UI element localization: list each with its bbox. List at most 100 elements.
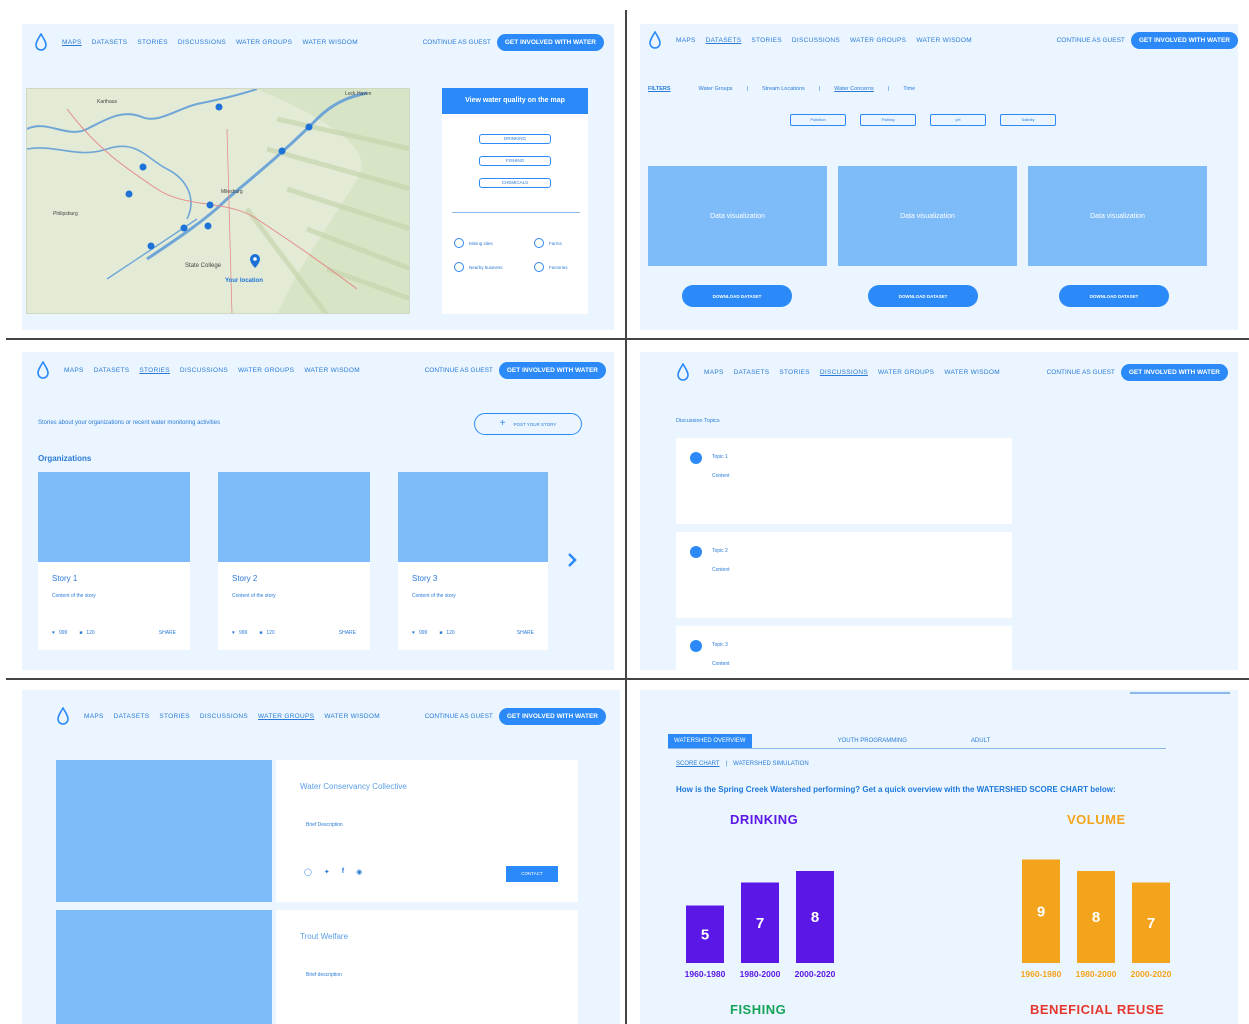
contact-button[interactable]: CONTACT <box>506 866 558 882</box>
tab-youth-programming[interactable]: YOUTH PROGRAMMING <box>838 738 907 744</box>
comment-icon[interactable]: ■ <box>79 630 82 636</box>
download-dataset-button-1[interactable]: DOWNLOAD DATASET <box>682 285 792 307</box>
water-drop-icon[interactable] <box>676 363 690 381</box>
legend-mining-sites[interactable]: Mining sites <box>454 238 493 248</box>
data-visualization-3[interactable]: Data visualization <box>1028 166 1207 266</box>
group-card-1[interactable]: Water Conservancy Collective Brief Descr… <box>276 760 578 902</box>
nav-stories[interactable]: STORIES <box>779 369 810 376</box>
nav-datasets[interactable]: DATASETS <box>114 713 150 720</box>
continue-as-guest-link[interactable]: CONTINUE AS GUEST <box>1047 369 1115 376</box>
nav-discussions[interactable]: DISCUSSIONS <box>180 367 228 374</box>
nav-datasets[interactable]: DATASETS <box>706 37 742 44</box>
water-drop-icon[interactable] <box>648 31 662 49</box>
share-link[interactable]: SHARE <box>159 630 176 636</box>
nav-water-wisdom[interactable]: WATER WISDOM <box>944 369 1000 376</box>
data-visualization-1[interactable]: Data visualization <box>648 166 827 266</box>
continue-as-guest-link[interactable]: CONTINUE AS GUEST <box>1057 37 1125 44</box>
get-involved-button[interactable]: GET INVOLVED WITH WATER <box>496 33 604 51</box>
water-drop-icon[interactable] <box>34 33 48 51</box>
water-quality-map[interactable]: Lock Haven Karthaus Milesburg Philipsbur… <box>26 88 410 314</box>
tab-watershed-overview[interactable]: WATERSHED OVERVIEW <box>668 734 752 748</box>
subnav-score-chart[interactable]: SCORE CHART <box>676 761 720 767</box>
continue-as-guest-link[interactable]: CONTINUE AS GUEST <box>423 39 491 46</box>
get-involved-button[interactable]: GET INVOLVED WITH WATER <box>1130 31 1238 49</box>
nav-stories[interactable]: STORIES <box>137 39 168 46</box>
nav-datasets[interactable]: DATASETS <box>92 39 128 46</box>
story-card-2[interactable]: Story 2 Content of the story ♥ 999 ■ 120 S… <box>218 472 370 650</box>
post-story-button[interactable]: + POST YOUR STORY <box>474 413 582 435</box>
continue-as-guest-link[interactable]: CONTINUE AS GUEST <box>425 713 493 720</box>
comment-icon[interactable]: ■ <box>259 630 262 636</box>
group-card-2[interactable]: Trout Welfare Brief description <box>276 910 578 1024</box>
share-link[interactable]: SHARE <box>517 630 534 636</box>
twitter-icon[interactable]: ✦ <box>324 868 330 876</box>
nav-maps[interactable]: MAPS <box>676 37 696 44</box>
get-involved-button[interactable]: GET INVOLVED WITH WATER <box>498 361 606 379</box>
nav-datasets[interactable]: DATASETS <box>94 367 130 374</box>
nav-water-groups[interactable]: WATER GROUPS <box>238 367 294 374</box>
heart-icon[interactable]: ♥ <box>232 630 235 636</box>
nav-maps[interactable]: MAPS <box>704 369 724 376</box>
nav-water-wisdom[interactable]: WATER WISDOM <box>324 713 380 720</box>
nav-maps[interactable]: MAPS <box>84 713 104 720</box>
legend-farms[interactable]: Farms <box>534 238 562 248</box>
water-drop-icon[interactable] <box>36 361 50 379</box>
topic-card-2[interactable]: Topic 2 Content <box>676 532 1012 618</box>
nav-water-wisdom[interactable]: WATER WISDOM <box>302 39 358 46</box>
nav-stories[interactable]: STORIES <box>139 367 170 374</box>
facebook-icon[interactable]: f <box>342 868 344 876</box>
filter-time[interactable]: Time <box>903 86 915 92</box>
nav-datasets[interactable]: DATASETS <box>734 369 770 376</box>
drinking-bar-chart: 5 1960-1980 7 1980-2000 8 2000-2020 <box>685 871 836 979</box>
filter-water-concerns[interactable]: Water Concerns <box>834 86 874 92</box>
story-card-3[interactable]: Story 3 Content of the story ♥ 999 ■ 120 S… <box>398 472 548 650</box>
nav-water-groups[interactable]: WATER GROUPS <box>878 369 934 376</box>
chip-ph[interactable]: pH <box>930 114 986 126</box>
data-visualization-2[interactable]: Data visualization <box>838 166 1017 266</box>
fishing-chart-title: FISHING <box>730 1002 787 1017</box>
subnav-watershed-simulation[interactable]: WATERSHED SIMULATION <box>733 761 809 767</box>
volume-bar-chart: 9 1960-1980 8 1980-2000 7 2000-2020 <box>1021 859 1172 979</box>
nav-maps[interactable]: MAPS <box>62 39 82 46</box>
nav-stories[interactable]: STORIES <box>751 37 782 44</box>
get-involved-button[interactable]: GET INVOLVED WITH WATER <box>498 707 606 725</box>
option-fishing[interactable]: FISHING <box>479 156 551 166</box>
website-icon[interactable]: ◉ <box>356 868 362 876</box>
get-involved-button[interactable]: GET INVOLVED WITH WATER <box>1120 363 1228 381</box>
share-link[interactable]: SHARE <box>339 630 356 636</box>
instagram-icon[interactable]: ◯ <box>304 868 312 876</box>
filter-stream-locations[interactable]: Stream Locations <box>762 86 805 92</box>
chevron-right-icon[interactable] <box>566 552 578 568</box>
nav-water-groups[interactable]: WATER GROUPS <box>236 39 292 46</box>
continue-as-guest-link[interactable]: CONTINUE AS GUEST <box>425 367 493 374</box>
topic-card-3[interactable]: Topic 3 Content <box>676 626 1012 670</box>
topic-card-1[interactable]: Topic 1 Content <box>676 438 1012 524</box>
nav-water-wisdom[interactable]: WATER WISDOM <box>916 37 972 44</box>
nav-discussions[interactable]: DISCUSSIONS <box>178 39 226 46</box>
nav-water-groups[interactable]: WATER GROUPS <box>258 713 314 720</box>
chip-salinity[interactable]: Salinity <box>1000 114 1056 126</box>
nav-water-groups[interactable]: WATER GROUPS <box>850 37 906 44</box>
water-drop-icon[interactable] <box>56 707 70 725</box>
plus-icon: + <box>499 418 506 429</box>
nav-discussions[interactable]: DISCUSSIONS <box>820 369 868 376</box>
heart-icon[interactable]: ♥ <box>412 630 415 636</box>
nav-water-wisdom[interactable]: WATER WISDOM <box>304 367 360 374</box>
nav-discussions[interactable]: DISCUSSIONS <box>792 37 840 44</box>
option-drinking[interactable]: DRINKING <box>479 134 551 144</box>
nav-discussions[interactable]: DISCUSSIONS <box>200 713 248 720</box>
filter-water-groups[interactable]: Water Groups <box>699 86 733 92</box>
heart-icon[interactable]: ♥ <box>52 630 55 636</box>
comment-icon[interactable]: ■ <box>439 630 442 636</box>
nav-stories[interactable]: STORIES <box>159 713 190 720</box>
tab-adult[interactable]: ADULT <box>971 738 990 744</box>
download-dataset-button-2[interactable]: DOWNLOAD DATASET <box>868 285 978 307</box>
nav-maps[interactable]: MAPS <box>64 367 84 374</box>
legend-nearby-business[interactable]: Nearby business <box>454 262 503 272</box>
download-dataset-button-3[interactable]: DOWNLOAD DATASET <box>1059 285 1169 307</box>
option-chemicals[interactable]: CHEMICALS <box>479 178 551 188</box>
chip-fishing[interactable]: Fishing <box>860 114 916 126</box>
story-card-1[interactable]: Story 1 Content of the story ♥ 999 ■ 120 S… <box>38 472 190 650</box>
chip-pollution[interactable]: Pollution <box>790 114 846 126</box>
legend-factories[interactable]: Factories <box>534 262 568 272</box>
